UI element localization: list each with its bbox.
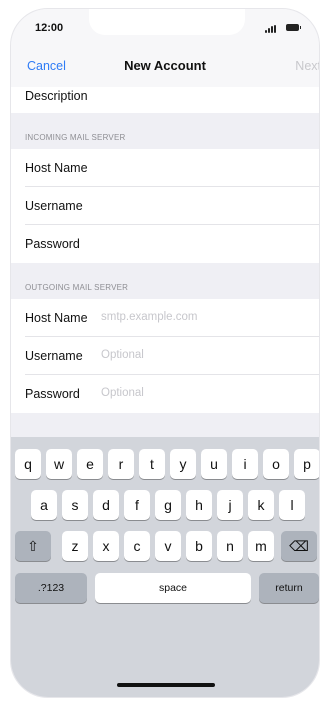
key-p[interactable]: p <box>294 449 319 479</box>
incoming-username-field[interactable]: Username <box>11 187 319 225</box>
outgoing-host-name-placeholder: smtp.example.com <box>101 311 198 323</box>
shift-key[interactable]: ⇧ <box>15 531 51 561</box>
key-b[interactable]: b <box>186 531 212 561</box>
return-key[interactable]: return <box>259 573 319 603</box>
outgoing-username-field[interactable]: Username Optional <box>11 337 319 375</box>
outgoing-username-label: Username <box>25 349 83 363</box>
key-q[interactable]: q <box>15 449 41 479</box>
incoming-host-name-field[interactable]: Host Name <box>11 149 319 187</box>
key-y[interactable]: y <box>170 449 196 479</box>
outgoing-password-label: Password <box>25 387 80 401</box>
account-form: Description INCOMING MAIL SERVER Host Na… <box>11 87 319 413</box>
navigation-bar: Cancel New Account Next <box>11 43 319 87</box>
battery-icon <box>286 24 301 31</box>
key-s[interactable]: s <box>62 490 88 520</box>
key-f[interactable]: f <box>124 490 150 520</box>
key-h[interactable]: h <box>186 490 212 520</box>
key-e[interactable]: e <box>77 449 103 479</box>
status-time: 12:00 <box>35 22 64 34</box>
status-bar: 12:00 <box>11 9 319 43</box>
incoming-section-header: INCOMING MAIL SERVER <box>11 113 319 149</box>
key-v[interactable]: v <box>155 531 181 561</box>
key-k[interactable]: k <box>248 490 274 520</box>
outgoing-host-name-label: Host Name <box>25 311 88 325</box>
phone-screen: 12:00 Cancel New Account Next Descriptio… <box>10 8 320 698</box>
key-g[interactable]: g <box>155 490 181 520</box>
key-m[interactable]: m <box>248 531 274 561</box>
outgoing-password-field[interactable]: Password Optional <box>11 375 319 413</box>
delete-icon: ⌫ <box>289 538 309 554</box>
key-j[interactable]: j <box>217 490 243 520</box>
key-d[interactable]: d <box>93 490 119 520</box>
incoming-username-label: Username <box>25 199 83 213</box>
page-title: New Account <box>124 58 206 73</box>
key-u[interactable]: u <box>201 449 227 479</box>
shift-icon: ⇧ <box>27 538 39 554</box>
incoming-header-label: INCOMING MAIL SERVER <box>25 133 126 142</box>
description-field[interactable]: Description <box>11 87 319 113</box>
signal-icon <box>265 25 279 33</box>
key-w[interactable]: w <box>46 449 72 479</box>
outgoing-password-placeholder: Optional <box>101 387 144 399</box>
outgoing-username-placeholder: Optional <box>101 349 144 361</box>
next-button[interactable]: Next <box>295 59 319 73</box>
keyboard: q w e r t y u i o p a s d f g h j k l ⇧ … <box>11 437 319 697</box>
key-c[interactable]: c <box>124 531 150 561</box>
numbers-key[interactable]: .?123 <box>15 573 87 603</box>
key-x[interactable]: x <box>93 531 119 561</box>
space-key[interactable]: space <box>95 573 251 603</box>
key-a[interactable]: a <box>31 490 57 520</box>
outgoing-section-header: OUTGOING MAIL SERVER <box>11 263 319 299</box>
outgoing-host-name-field[interactable]: Host Name smtp.example.com <box>11 299 319 337</box>
incoming-password-field[interactable]: Password <box>11 225 319 263</box>
key-n[interactable]: n <box>217 531 243 561</box>
outgoing-header-label: OUTGOING MAIL SERVER <box>25 283 129 292</box>
key-i[interactable]: i <box>232 449 258 479</box>
key-z[interactable]: z <box>62 531 88 561</box>
description-label: Description <box>25 89 88 103</box>
key-o[interactable]: o <box>263 449 289 479</box>
incoming-host-name-label: Host Name <box>25 161 88 175</box>
home-indicator[interactable] <box>117 683 215 687</box>
device-notch <box>89 9 245 35</box>
key-t[interactable]: t <box>139 449 165 479</box>
incoming-password-label: Password <box>25 237 80 251</box>
delete-key[interactable]: ⌫ <box>281 531 317 561</box>
key-r[interactable]: r <box>108 449 134 479</box>
key-l[interactable]: l <box>279 490 305 520</box>
